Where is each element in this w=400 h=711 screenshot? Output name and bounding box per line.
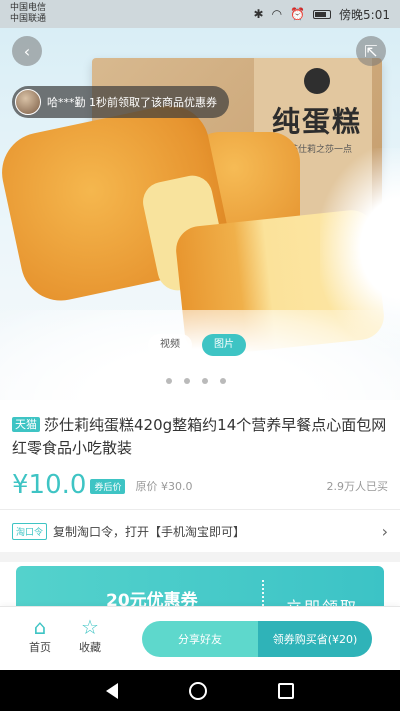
claim-and-buy-button[interactable]: 领券购买省(¥20) bbox=[258, 621, 372, 657]
carousel-dot[interactable] bbox=[220, 378, 226, 384]
status-time: 傍晚5:01 bbox=[339, 7, 390, 22]
home-icon: ⌂ bbox=[33, 615, 47, 639]
carousel-dot[interactable] bbox=[184, 378, 190, 384]
carousel-dot[interactable] bbox=[166, 378, 172, 384]
original-price: 原价 ¥30.0 bbox=[135, 480, 193, 493]
status-bar: 中国电信 中国联通 ✱ ◠ ⏰ 傍晚5:01 bbox=[0, 0, 400, 28]
favorite-button[interactable]: ☆ 收藏 bbox=[68, 615, 112, 655]
carousel-dots bbox=[166, 378, 226, 384]
platform-tag: 天猫 bbox=[12, 417, 40, 432]
avatar bbox=[15, 89, 41, 115]
media-tabs: 视频 图片 bbox=[148, 334, 246, 356]
tab-video[interactable]: 视频 bbox=[148, 334, 192, 356]
price: ¥10.0 bbox=[12, 470, 87, 500]
share-icon: ⇱ bbox=[364, 41, 378, 61]
system-back-icon[interactable] bbox=[105, 682, 118, 699]
product-title: 莎仕莉纯蛋糕420g整箱约14个营养早餐点心面包网红零食品小吃散装 bbox=[12, 416, 387, 457]
system-home-icon[interactable] bbox=[188, 681, 207, 700]
claim-notice: 哈***勤 1秒前领取了该商品优惠券 bbox=[12, 86, 229, 118]
carrier-1: 中国电信 bbox=[10, 3, 47, 13]
bottom-action-bar: ⌂ 首页 ☆ 收藏 分享好友 领券购买省(¥20) bbox=[0, 606, 400, 670]
system-nav-bar bbox=[0, 670, 400, 711]
home-button[interactable]: ⌂ 首页 bbox=[18, 615, 62, 655]
sold-count: 2.9万人已买 bbox=[326, 480, 389, 493]
section-divider bbox=[0, 552, 400, 562]
wifi-icon: ◠ bbox=[271, 7, 283, 21]
chevron-right-icon: › bbox=[381, 521, 388, 541]
home-label: 首页 bbox=[29, 641, 51, 654]
system-recent-icon[interactable] bbox=[278, 682, 295, 699]
share-button[interactable]: ⇱ bbox=[356, 36, 386, 66]
favorite-label: 收藏 bbox=[79, 641, 101, 654]
product-title-block: 天猫 莎仕莉纯蛋糕420g整箱约14个营养早餐点心面包网红零食品小吃散装 bbox=[12, 414, 390, 460]
status-right: ✱ ◠ ⏰ 傍晚5:01 bbox=[254, 6, 390, 23]
carrier-info: 中国电信 中国联通 bbox=[10, 3, 46, 25]
carrier-2: 中国联通 bbox=[10, 14, 47, 24]
bluetooth-icon: ✱ bbox=[253, 7, 264, 21]
price-row: ¥10.0 券后价 原价 ¥30.0 2.9万人已买 bbox=[12, 470, 388, 500]
taokouling-row[interactable]: 淘口令 复制淘口令，打开【手机淘宝即可】 › bbox=[0, 510, 400, 552]
alarm-icon: ⏰ bbox=[290, 7, 306, 21]
share-friends-button[interactable]: 分享好友 bbox=[142, 621, 258, 657]
price-tag: 券后价 bbox=[90, 479, 126, 494]
brand-logo bbox=[304, 68, 330, 94]
carousel-dot[interactable] bbox=[202, 378, 208, 384]
claim-notice-text: 哈***勤 1秒前领取了该商品优惠券 bbox=[47, 96, 217, 109]
action-pill: 分享好友 领券购买省(¥20) bbox=[142, 621, 372, 657]
tab-photo[interactable]: 图片 bbox=[202, 334, 246, 356]
star-icon: ☆ bbox=[81, 615, 99, 639]
battery-icon bbox=[313, 9, 332, 19]
box-title: 纯蛋糕 bbox=[271, 105, 362, 138]
taokouling-tag: 淘口令 bbox=[12, 522, 48, 540]
back-button[interactable]: ‹ bbox=[12, 36, 42, 66]
taokouling-text: 复制淘口令，打开【手机淘宝即可】 bbox=[53, 524, 246, 539]
back-icon: ‹ bbox=[23, 41, 31, 61]
